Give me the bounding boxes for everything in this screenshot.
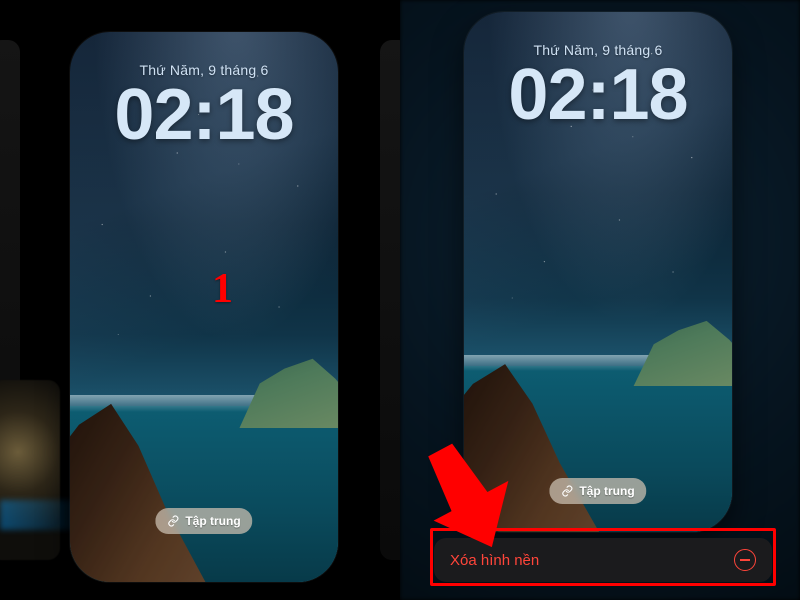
minus-circle-icon [734,549,756,571]
lockscreen-clock: 02:18 [464,54,732,136]
adjacent-wallpaper-right[interactable] [380,40,400,560]
focus-chip[interactable]: Tập trung [549,478,646,504]
step-2-pane: Thứ Năm, 9 tháng 6 02:18 Tập trung Xóa h… [400,0,800,600]
delete-wallpaper-button[interactable]: Xóa hình nền [434,538,772,582]
delete-wallpaper-label: Xóa hình nền [450,552,539,569]
link-icon [167,515,179,527]
step-1-pane: Thứ Năm, 9 tháng 6 02:18 Tập trung 1 [0,0,400,600]
focus-chip-label: Tập trung [579,484,634,498]
focus-chip[interactable]: Tập trung [155,508,252,534]
lockscreen-preview[interactable]: Thứ Năm, 9 tháng 6 02:18 Tập trung [70,32,338,582]
adjacent-wallpaper-left-thumb[interactable] [0,380,60,560]
link-icon [561,485,573,497]
lockscreen-preview[interactable]: Thứ Năm, 9 tháng 6 02:18 Tập trung [464,12,732,532]
tutorial-canvas: Thứ Năm, 9 tháng 6 02:18 Tập trung 1 Thứ… [0,0,800,600]
focus-chip-label: Tập trung [185,514,240,528]
lockscreen-clock: 02:18 [70,74,338,156]
